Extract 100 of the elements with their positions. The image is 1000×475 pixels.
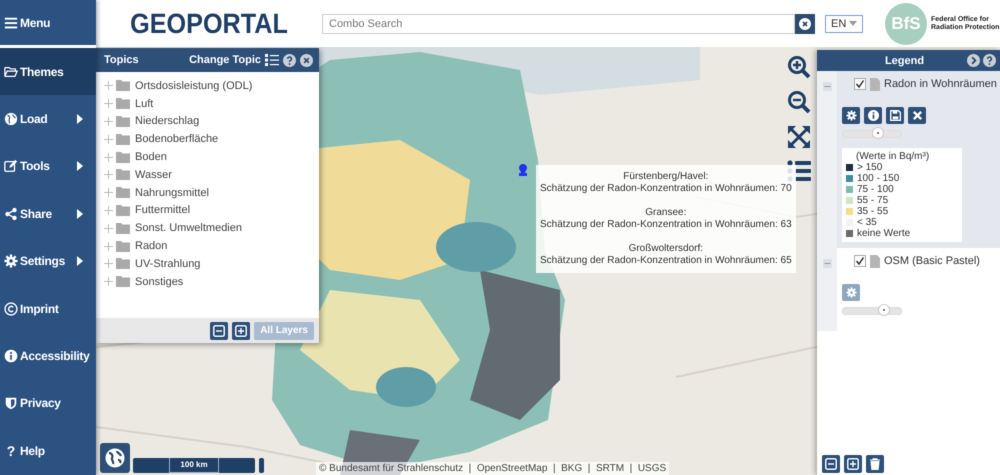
topic-item[interactable]: Boden bbox=[135, 151, 167, 164]
topic-item[interactable]: Bodenoberfläche bbox=[135, 133, 218, 146]
clear-button[interactable] bbox=[795, 14, 815, 34]
info-icon bbox=[868, 110, 878, 121]
folder-icon bbox=[116, 222, 130, 234]
topic-item[interactable]: Ortsdosisleistung (ODL) bbox=[135, 80, 252, 92]
legend-caption: (Werte in Bq/m³) bbox=[855, 151, 930, 162]
language-dropdown[interactable]: EN bbox=[825, 14, 863, 32]
legend-label: 100 - 150 bbox=[857, 173, 900, 184]
place-name: Fürstenberg/Havel: bbox=[622, 171, 710, 183]
caret-icon bbox=[77, 256, 83, 266]
delete-button[interactable] bbox=[866, 454, 884, 472]
share-icon bbox=[4, 206, 18, 221]
scale-bar: 100 km bbox=[133, 458, 255, 473]
collapse-all-button[interactable] bbox=[210, 322, 228, 340]
collapse-all-button[interactable] bbox=[822, 454, 840, 472]
topic-item[interactable]: UV-Strahlung bbox=[135, 258, 200, 270]
logo: BfS bbox=[885, 2, 927, 44]
place-name: Gransee: bbox=[644, 207, 688, 219]
sidebar-item[interactable]: Share bbox=[0, 190, 96, 238]
info-button[interactable] bbox=[864, 107, 882, 124]
folder-icon bbox=[116, 134, 130, 145]
popup-text: Schätzung der Radon-Konzentration in Wohnräumen: 63 bbox=[540, 219, 792, 231]
folder-icon bbox=[116, 187, 130, 198]
gear-icon bbox=[846, 110, 856, 121]
layer-name: Radon in Wohnräumen bbox=[884, 78, 997, 90]
close-icon bbox=[799, 18, 811, 30]
scale-handle bbox=[259, 458, 264, 473]
topic-item[interactable]: Luft bbox=[135, 98, 154, 110]
caret-icon bbox=[849, 21, 857, 26]
fullscreen-icon[interactable] bbox=[787, 125, 811, 149]
panel-title: Topics bbox=[104, 54, 140, 66]
topic-item[interactable]: Sonst. Umweltmedien bbox=[135, 222, 242, 234]
folder-icon bbox=[116, 276, 130, 288]
help-icon[interactable] bbox=[283, 54, 296, 66]
sidebar-item[interactable]: Load bbox=[0, 95, 96, 143]
globe-button[interactable] bbox=[100, 443, 130, 473]
folder-icon bbox=[116, 258, 130, 270]
menu-icon bbox=[4, 16, 18, 30]
save-button[interactable] bbox=[886, 107, 904, 124]
sidebar-item[interactable]: Privacy bbox=[0, 380, 96, 428]
caret-icon bbox=[77, 161, 83, 172]
legend-label: 55 - 75 bbox=[857, 195, 888, 206]
slider-thumb[interactable] bbox=[878, 304, 890, 316]
close-icon bbox=[912, 110, 922, 121]
popup-text: Schätzung der Radon-Konzentration in Wohnräumen: 65 bbox=[540, 255, 792, 267]
caret-icon bbox=[77, 114, 83, 124]
attribution-text: © Bundesamt für Strahlenschutz | OpenStreetMap | BKG | SRTM | USGS bbox=[316, 462, 670, 475]
sidebar-item[interactable]: Settings bbox=[0, 238, 96, 285]
opacity-slider[interactable] bbox=[842, 130, 902, 138]
topic-item[interactable]: Sonstiges bbox=[135, 276, 184, 288]
remove-button[interactable] bbox=[908, 107, 926, 124]
popup-text: Schätzung der Radon-Konzentration in Wohnräumen: 70 bbox=[540, 183, 792, 195]
document-icon bbox=[870, 254, 880, 268]
settings-icon bbox=[4, 254, 18, 268]
slider-thumb[interactable] bbox=[872, 127, 884, 139]
legend-label: > 150 bbox=[857, 162, 882, 173]
legend-label: 35 - 55 bbox=[857, 206, 888, 217]
checkbox[interactable] bbox=[854, 255, 866, 267]
caret-icon bbox=[77, 208, 83, 219]
topic-item[interactable]: Radon bbox=[135, 240, 168, 252]
sidebar-item[interactable]: Tools bbox=[0, 142, 96, 190]
checkbox[interactable] bbox=[854, 78, 866, 90]
folder-icon bbox=[116, 169, 130, 180]
sidebar-item[interactable]: Themes bbox=[0, 48, 96, 96]
topic-item[interactable]: Nahrungsmittel bbox=[135, 186, 209, 199]
folder-icon bbox=[116, 80, 130, 92]
folder-icon bbox=[116, 240, 130, 252]
legend-label: < 35 bbox=[857, 217, 877, 228]
folder-icon bbox=[116, 152, 130, 163]
topic-item[interactable]: Wasser bbox=[135, 168, 172, 181]
zoom-out-icon[interactable] bbox=[787, 90, 811, 114]
app-title: GEOPORTAL bbox=[129, 8, 289, 40]
trash-icon bbox=[869, 458, 881, 470]
topic-item[interactable]: Futtermittel bbox=[135, 204, 190, 216]
place-name: Großwoltersdorf: bbox=[628, 243, 704, 255]
sidebar-item[interactable]: ? Help bbox=[0, 427, 96, 475]
folder-icon bbox=[116, 98, 130, 110]
opacity-slider[interactable] bbox=[842, 307, 902, 315]
close-icon[interactable] bbox=[300, 54, 313, 66]
folder-icon bbox=[116, 204, 130, 216]
topic-item[interactable]: Niederschlag bbox=[135, 115, 200, 128]
list-icon[interactable] bbox=[265, 54, 279, 66]
panel-title: Legend bbox=[884, 54, 926, 66]
next-icon[interactable] bbox=[967, 54, 980, 67]
folder-icon bbox=[116, 116, 130, 127]
expand-all-button[interactable] bbox=[232, 322, 250, 340]
document-icon bbox=[870, 78, 880, 90]
legend-label: 75 - 100 bbox=[857, 184, 894, 195]
change-topic-link[interactable]: Change Topic bbox=[189, 54, 261, 66]
sidebar-item[interactable]: Accessibility bbox=[0, 332, 96, 380]
search-field[interactable]: Combo Search bbox=[322, 14, 795, 34]
save-icon bbox=[890, 110, 900, 121]
expand-all-button[interactable] bbox=[844, 454, 862, 472]
zoom-in-icon[interactable] bbox=[787, 55, 811, 79]
sidebar-item[interactable]: Imprint bbox=[0, 284, 96, 332]
settings-button[interactable] bbox=[842, 107, 860, 124]
help-icon[interactable] bbox=[983, 54, 996, 67]
legend-label: keine Werte bbox=[857, 228, 910, 239]
layer-name: OSM (Basic Pastel) bbox=[884, 255, 980, 267]
